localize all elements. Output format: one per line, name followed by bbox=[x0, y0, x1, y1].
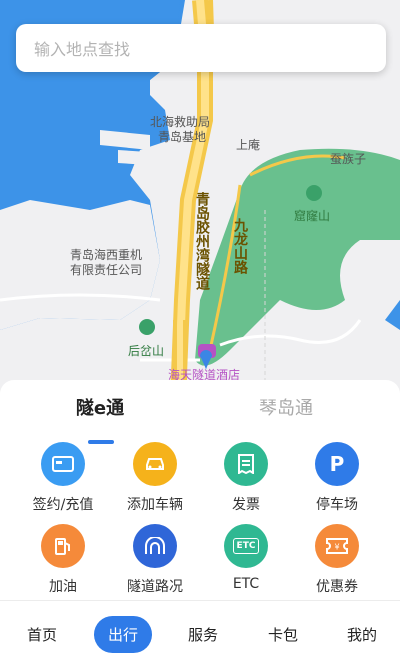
nav-travel[interactable]: 出行 bbox=[83, 601, 163, 667]
service-panel: 隧e通 琴岛通 签约/充值 添加车辆 发票 P 停车场 加油 隧道路况 ETC … bbox=[0, 380, 400, 600]
map-label-kulong-mountain: 窟窿山 bbox=[294, 209, 331, 223]
etc-icon: ETC bbox=[224, 524, 268, 568]
search-placeholder: 输入地点查找 bbox=[34, 40, 131, 59]
coupon-icon: ¥ bbox=[315, 524, 359, 568]
service-add-vehicle[interactable]: 添加车辆 bbox=[105, 442, 205, 514]
nav-label: 服务 bbox=[187, 625, 218, 644]
nav-profile[interactable]: 我的 bbox=[322, 601, 400, 667]
map-label-houcha-mountain: 后岔山 bbox=[128, 344, 165, 358]
service-label: 隧道路况 bbox=[127, 579, 183, 595]
map-label-heavy-machinery-co: 有限责任公司 bbox=[70, 263, 143, 277]
nav-label: 首页 bbox=[26, 625, 57, 644]
map-label-shangyan: 上庵 bbox=[236, 138, 261, 152]
nav-label: 出行 bbox=[93, 615, 152, 653]
tunnel-icon bbox=[133, 524, 177, 568]
service-label: 发票 bbox=[232, 497, 260, 513]
service-etc[interactable]: ETC ETC bbox=[196, 524, 296, 592]
service-invoice[interactable]: 发票 bbox=[196, 442, 296, 514]
nav-label: 我的 bbox=[346, 625, 377, 644]
map-label-rescue-base: 青岛基地 bbox=[158, 130, 207, 144]
service-parking[interactable]: P 停车场 bbox=[287, 442, 387, 514]
fuel-icon bbox=[41, 524, 85, 568]
bottom-nav: 首页 出行 服务 卡包 我的 bbox=[0, 600, 400, 666]
svg-text:¥: ¥ bbox=[334, 543, 339, 552]
service-label: 添加车辆 bbox=[127, 497, 183, 513]
car-icon bbox=[133, 442, 177, 486]
service-fuel[interactable]: 加油 bbox=[13, 524, 113, 596]
service-tabs: 隧e通 琴岛通 bbox=[0, 394, 400, 444]
map-label-rescue-bureau: 北海救助局 bbox=[150, 115, 211, 129]
service-label: 签约/充值 bbox=[32, 497, 94, 513]
parking-icon: P bbox=[315, 442, 359, 486]
tab-qindao[interactable]: 琴岛通 bbox=[216, 394, 356, 420]
map-label-tunnel-road: 青岛胶州湾隧道 bbox=[194, 192, 210, 290]
map-label-jiulong-road: 九龙山路 bbox=[232, 218, 248, 274]
service-tunnel-traffic[interactable]: 隧道路况 bbox=[105, 524, 205, 596]
map-label-canzuzi: 蚕族子 bbox=[330, 152, 367, 166]
search-input[interactable]: 输入地点查找 bbox=[16, 24, 386, 72]
service-label: 优惠券 bbox=[316, 579, 358, 595]
nav-services[interactable]: 服务 bbox=[163, 601, 243, 667]
service-label: 停车场 bbox=[316, 497, 358, 513]
service-coupon[interactable]: ¥ 优惠券 bbox=[287, 524, 387, 596]
nav-card-wallet[interactable]: 卡包 bbox=[243, 601, 323, 667]
receipt-icon bbox=[224, 442, 268, 486]
nav-label: 卡包 bbox=[267, 625, 298, 644]
card-icon bbox=[41, 442, 85, 486]
map-label-heavy-machinery: 青岛海西重机 bbox=[70, 248, 143, 262]
nav-home[interactable]: 首页 bbox=[2, 601, 82, 667]
service-sign-recharge[interactable]: 签约/充值 bbox=[13, 442, 113, 514]
service-label: 加油 bbox=[49, 579, 77, 595]
service-label: ETC bbox=[232, 576, 260, 592]
tab-suie[interactable]: 隧e通 bbox=[30, 394, 170, 420]
